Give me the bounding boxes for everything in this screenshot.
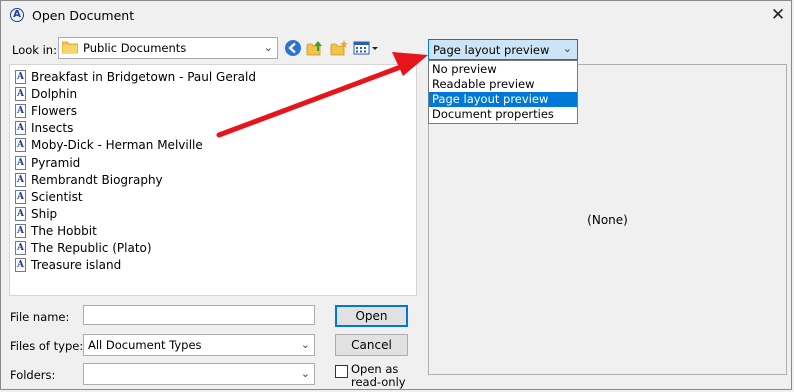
- document-icon: A: [15, 138, 26, 153]
- new-folder-icon[interactable]: [330, 39, 348, 57]
- look-in-value: Public Documents: [83, 41, 187, 55]
- view-menu-icon[interactable]: [353, 39, 379, 57]
- file-name-field[interactable]: [83, 305, 315, 325]
- folders-dropdown[interactable]: ⌄: [83, 363, 315, 385]
- preview-option[interactable]: No preview: [429, 62, 577, 77]
- chevron-down-icon: ⌄: [263, 41, 273, 54]
- look-in-dropdown[interactable]: Public Documents ⌄: [58, 37, 278, 59]
- preview-option[interactable]: Page layout preview: [429, 92, 577, 107]
- file-name: Scientist: [31, 189, 83, 204]
- document-icon: A: [15, 189, 26, 204]
- chevron-down-icon: ⌄: [300, 338, 310, 351]
- document-icon: A: [15, 87, 26, 102]
- document-icon: A: [15, 155, 26, 170]
- file-name: Ship: [31, 206, 58, 221]
- open-readonly-checkbox[interactable]: [335, 365, 348, 378]
- preview-option[interactable]: Readable preview: [429, 77, 577, 92]
- files-of-type-label: Files of type:: [10, 339, 84, 353]
- document-icon: A: [15, 223, 26, 238]
- file-name: Flowers: [31, 104, 77, 119]
- preview-mode-value: Page layout preview: [433, 43, 550, 57]
- files-of-type-value: All Document Types: [88, 338, 202, 352]
- file-name: Dolphin: [31, 87, 78, 102]
- file-name: The Hobbit: [31, 223, 97, 238]
- chevron-down-icon: ⌄: [300, 367, 310, 380]
- preview-option[interactable]: Document properties: [429, 107, 577, 122]
- look-in-label: Look in:: [12, 43, 57, 57]
- file-name-label: File name:: [10, 310, 70, 324]
- close-icon[interactable]: ✕: [767, 4, 789, 26]
- file-name: Insects: [31, 121, 74, 136]
- file-name: Pyramid: [31, 155, 81, 170]
- file-name: Treasure island: [31, 258, 122, 273]
- preview-empty-text: (None): [587, 213, 628, 227]
- open-readonly-label: Open as read-only: [351, 363, 406, 389]
- document-icon: A: [15, 241, 26, 255]
- window-title: Open Document: [32, 8, 135, 23]
- document-icon: A: [15, 206, 26, 221]
- file-name: Rembrandt Biography: [31, 172, 163, 187]
- file-name: The Republic (Plato): [31, 241, 152, 255]
- document-icon: A: [15, 104, 26, 119]
- open-readonly-line2: read-only: [351, 375, 406, 389]
- open-button[interactable]: Open: [335, 305, 408, 327]
- title-bar: A Open Document ✕: [1, 1, 793, 31]
- document-icon: A: [15, 258, 26, 273]
- preview-mode-dropdown[interactable]: Page layout preview ⌄: [428, 39, 578, 60]
- chevron-down-icon: ⌄: [562, 42, 572, 55]
- back-icon[interactable]: [284, 39, 302, 57]
- preview-mode-menu: No preview Readable preview Page layout pr…: [428, 60, 578, 124]
- document-icon: A: [15, 121, 26, 136]
- folder-icon: [62, 41, 78, 54]
- folders-label: Folders:: [10, 368, 56, 382]
- document-icon: A: [15, 70, 26, 84]
- document-icon: A: [15, 172, 26, 187]
- file-list[interactable]: A Breakfast in Bridgetown - Paul Gerald A D…: [9, 64, 417, 296]
- file-name: Moby-Dick - Herman Melville: [31, 138, 203, 153]
- app-logo-icon: A: [10, 8, 24, 22]
- open-document-dialog: A Open Document ✕ Look in: Public Docume…: [0, 0, 792, 390]
- files-of-type-dropdown[interactable]: All Document Types ⌄: [83, 334, 315, 356]
- file-name: Breakfast in Bridgetown - Paul Gerald: [31, 70, 256, 84]
- up-folder-icon[interactable]: [306, 39, 324, 57]
- cancel-button[interactable]: Cancel: [335, 334, 408, 356]
